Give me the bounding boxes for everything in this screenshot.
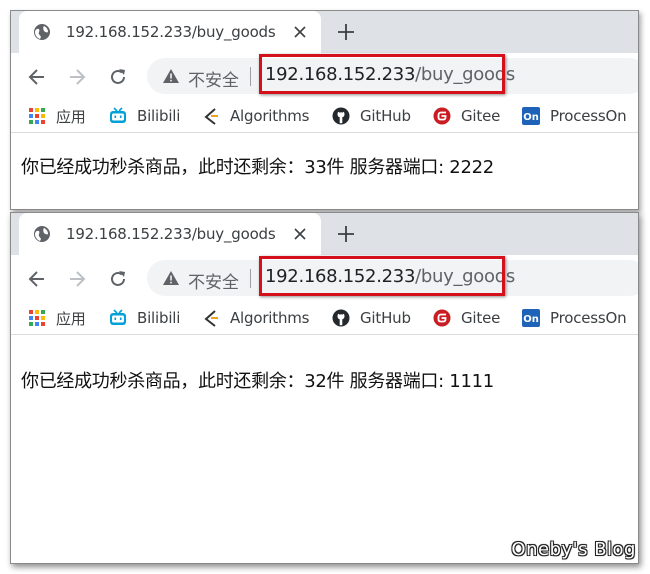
tab-strip: 192.168.152.233/buy_goods <box>11 11 638 53</box>
new-tab-plus-icon[interactable] <box>337 225 355 243</box>
processon-icon: On <box>522 309 540 327</box>
bookmark-label: 应用 <box>56 107 86 126</box>
url-highlight-box <box>259 54 505 94</box>
bookmark-label: Gitee <box>461 107 501 125</box>
forward-arrow-icon[interactable] <box>67 269 87 289</box>
browser-window-1: 192.168.152.233/buy_goods 不安全 192.168.15… <box>10 10 639 210</box>
tab-title: 192.168.152.233/buy_goods <box>66 225 276 243</box>
warning-triangle-icon[interactable] <box>163 69 179 83</box>
back-arrow-icon[interactable] <box>27 67 47 87</box>
bookmark-apps[interactable]: 应用 <box>28 308 86 328</box>
bookmark-label: 应用 <box>56 309 86 328</box>
globe-icon <box>34 24 50 40</box>
svg-text:On: On <box>523 112 539 123</box>
svg-text:On: On <box>523 314 539 325</box>
bookmark-algorithms[interactable]: Algorithms <box>202 308 309 328</box>
bookmark-apps[interactable]: 应用 <box>28 106 86 126</box>
forward-arrow-icon[interactable] <box>67 67 87 87</box>
algorithms-icon <box>204 108 218 125</box>
bookmark-label: ProcessOn <box>550 107 627 125</box>
reload-icon[interactable] <box>108 269 128 289</box>
github-icon <box>332 107 350 125</box>
active-tab[interactable]: 192.168.152.233/buy_goods <box>19 11 321 53</box>
browser-window-2: 192.168.152.233/buy_goods 不安全 192.168.15… <box>10 212 639 564</box>
bookmark-github[interactable]: GitHub <box>332 308 411 328</box>
bookmark-label: Bilibili <box>137 107 181 125</box>
not-secure-label[interactable]: 不安全 <box>188 66 239 91</box>
bookmarks-bar: 应用 Bilibili Algorithms GitHub Gitee On P… <box>11 99 638 133</box>
bookmark-processon[interactable]: On ProcessOn <box>522 308 627 328</box>
back-arrow-icon[interactable] <box>27 269 47 289</box>
bookmark-gitee[interactable]: Gitee <box>433 106 500 126</box>
tab-strip: 192.168.152.233/buy_goods <box>11 213 638 255</box>
processon-icon: On <box>522 107 540 125</box>
bookmark-label: Gitee <box>461 309 501 327</box>
address-separator <box>250 67 251 86</box>
apps-grid-icon <box>29 108 45 124</box>
new-tab-plus-icon[interactable] <box>337 23 355 41</box>
bookmark-bilibili[interactable]: Bilibili <box>109 106 180 126</box>
gitee-icon <box>433 309 451 327</box>
bookmark-label: Algorithms <box>230 309 310 327</box>
bookmark-label: Bilibili <box>137 309 181 327</box>
bilibili-icon <box>110 309 126 325</box>
apps-grid-icon <box>29 310 45 326</box>
url-highlight-box <box>259 256 505 296</box>
bookmark-algorithms[interactable]: Algorithms <box>202 106 309 126</box>
address-separator <box>250 269 251 288</box>
algorithms-icon <box>204 310 218 327</box>
bookmark-gitee[interactable]: Gitee <box>433 308 500 328</box>
bilibili-icon <box>110 107 126 123</box>
bookmark-label: GitHub <box>360 107 411 125</box>
globe-icon <box>34 226 50 242</box>
bookmark-bilibili[interactable]: Bilibili <box>109 308 180 328</box>
close-icon[interactable] <box>293 25 307 39</box>
page-content-text: 你已经成功秒杀商品，此时还剩余：33件 服务器端口: 2222 <box>21 157 494 178</box>
not-secure-label[interactable]: 不安全 <box>188 268 239 293</box>
close-icon[interactable] <box>293 227 307 241</box>
active-tab[interactable]: 192.168.152.233/buy_goods <box>19 213 321 255</box>
warning-triangle-icon[interactable] <box>163 271 179 285</box>
bookmark-github[interactable]: GitHub <box>332 106 411 126</box>
tab-title: 192.168.152.233/buy_goods <box>66 23 276 41</box>
blog-watermark: Oneby's Blog <box>511 539 636 560</box>
address-bar[interactable]: 不安全 192.168.152.233/buy_goods <box>147 256 638 296</box>
page-content-text: 你已经成功秒杀商品，此时还剩余：32件 服务器端口: 1111 <box>21 371 494 392</box>
address-bar[interactable]: 不安全 192.168.152.233/buy_goods <box>147 54 638 94</box>
gitee-icon <box>433 107 451 125</box>
bookmark-label: Algorithms <box>230 107 310 125</box>
github-icon <box>332 309 350 327</box>
bookmark-label: GitHub <box>360 309 411 327</box>
navigation-toolbar: 不安全 192.168.152.233/buy_goods <box>11 255 638 301</box>
bookmarks-bar: 应用 Bilibili Algorithms GitHub Gitee On P… <box>11 301 638 335</box>
navigation-toolbar: 不安全 192.168.152.233/buy_goods <box>11 53 638 99</box>
bookmark-processon[interactable]: On ProcessOn <box>522 106 627 126</box>
reload-icon[interactable] <box>108 67 128 87</box>
bookmark-label: ProcessOn <box>550 309 627 327</box>
